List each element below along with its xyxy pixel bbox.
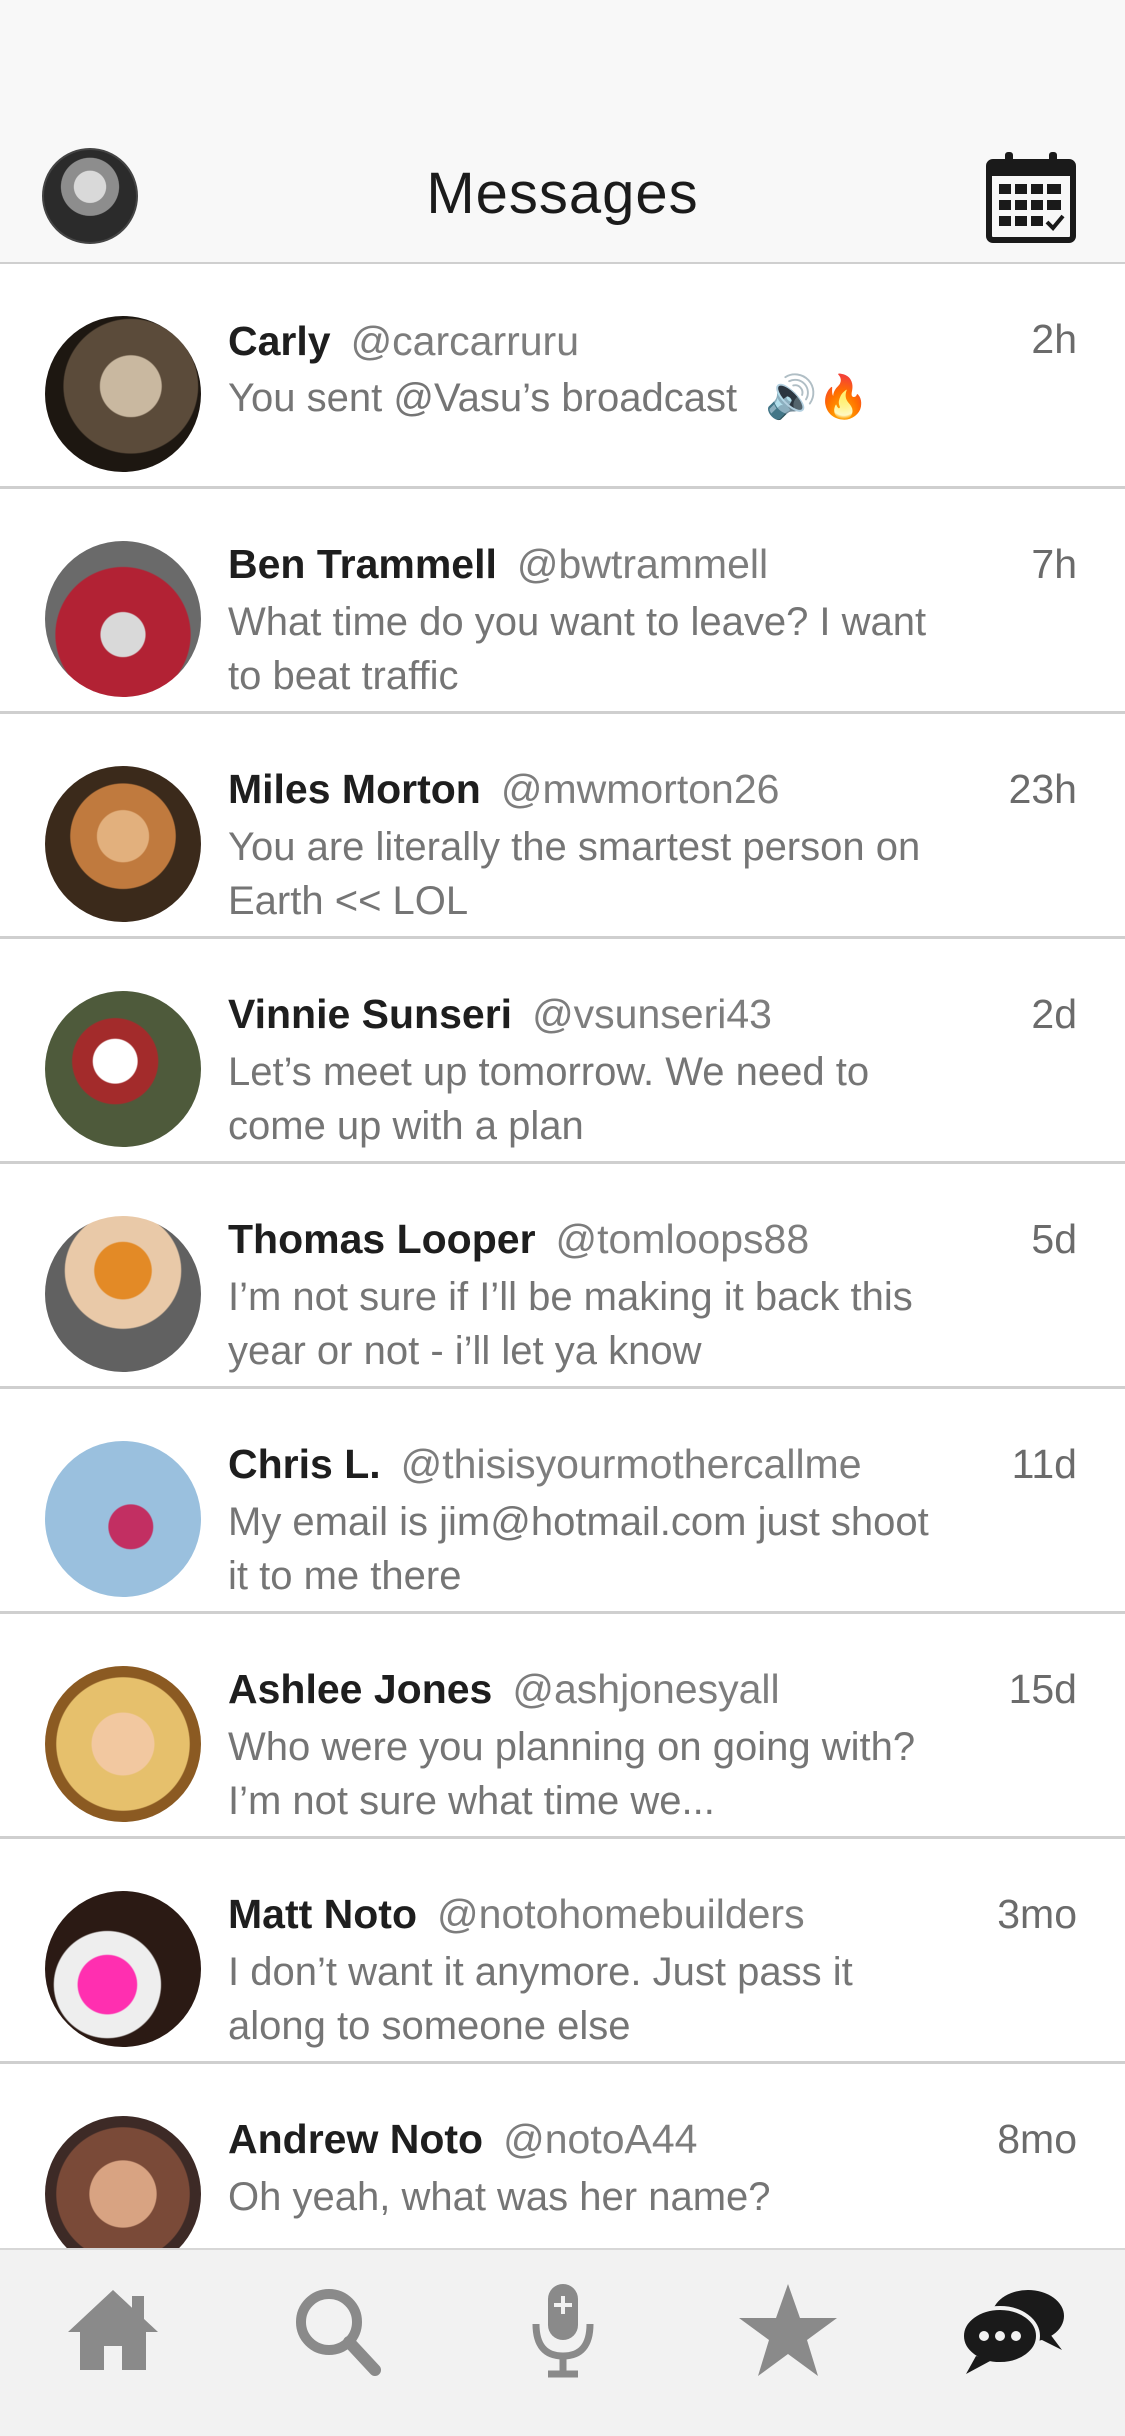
sender-name: Thomas Looper @tomloops88 xyxy=(228,1216,810,1262)
message-row[interactable]: Vinnie Sunseri @vsunseri43 2d Let’s meet … xyxy=(0,939,1125,1164)
timestamp: 23h xyxy=(1008,766,1077,812)
avatar xyxy=(45,1216,201,1372)
message-row[interactable]: Carly @carcarruru 2h You sent @Vasu’s bro… xyxy=(0,264,1125,489)
message-preview: Oh yeah, what was her name? xyxy=(228,2175,771,2219)
message-row[interactable]: Ashlee Jones @ashjonesyall 15d Who were y… xyxy=(0,1614,1125,1839)
message-row[interactable]: Ben Trammell @bwtrammell 7h What time do … xyxy=(0,489,1125,714)
message-preview: I don’t want it anymore. Just pass it al… xyxy=(228,1950,853,2048)
avatar xyxy=(45,316,201,472)
speaker-fire-emoji: 🔊🔥 xyxy=(765,373,870,420)
page-title: Messages xyxy=(426,161,699,226)
message-preview: My email is jim@hotmail.com just shoot i… xyxy=(228,1500,929,1598)
sender-name: Andrew Noto @notoA44 xyxy=(228,2116,698,2162)
avatar xyxy=(45,1666,201,1822)
sender-name: Miles Morton @mwmorton26 xyxy=(228,766,780,812)
star-icon[interactable] xyxy=(733,2280,843,2380)
timestamp: 11d xyxy=(1011,1441,1077,1487)
message-preview: I’m not sure if I’ll be making it back t… xyxy=(228,1275,913,1373)
message-preview: Who were you planning on going with? I’m… xyxy=(228,1725,916,1823)
sender-handle: @tomloops88 xyxy=(555,1216,810,1262)
timestamp: 15d xyxy=(1008,1666,1077,1712)
search-icon[interactable] xyxy=(283,2280,393,2380)
sender-handle: @thisisyourmothercallme xyxy=(400,1441,862,1487)
home-icon[interactable] xyxy=(58,2280,168,2380)
avatar xyxy=(45,766,201,922)
message-list: Carly @carcarruru 2h You sent @Vasu’s bro… xyxy=(0,264,1125,2289)
sender-name: Vinnie Sunseri @vsunseri43 xyxy=(228,991,772,1037)
message-row[interactable]: Matt Noto @notohomebuilders 3mo I don’t w… xyxy=(0,1839,1125,2064)
timestamp: 2d xyxy=(1031,991,1077,1037)
avatar xyxy=(45,1441,201,1597)
message-row[interactable]: Thomas Looper @tomloops88 5d I’m not sure… xyxy=(0,1164,1125,1389)
sender-name: Ashlee Jones @ashjonesyall xyxy=(228,1666,780,1712)
avatar xyxy=(45,991,201,1147)
sender-name: Chris L. @thisisyourmothercallme xyxy=(228,1441,862,1487)
sender-name: Matt Noto @notohomebuilders xyxy=(228,1891,805,1937)
chat-bubbles-icon[interactable] xyxy=(958,2280,1068,2380)
avatar xyxy=(45,541,201,697)
sender-name: Carly @carcarruru xyxy=(228,318,580,364)
sender-handle: @ashjonesyall xyxy=(512,1666,780,1712)
sender-handle: @notoA44 xyxy=(503,2116,698,2162)
header: Messages xyxy=(0,130,1125,264)
sender-handle: @notohomebuilders xyxy=(437,1891,805,1937)
message-preview: Let’s meet up tomorrow. We need to come … xyxy=(228,1050,870,1148)
timestamp: 2h xyxy=(1031,316,1077,362)
sender-handle: @vsunseri43 xyxy=(532,991,772,1037)
microphone-icon[interactable] xyxy=(508,2280,618,2380)
message-row[interactable]: Chris L. @thisisyourmothercallme 11d My e… xyxy=(0,1389,1125,1614)
status-bar xyxy=(0,0,1125,130)
avatar xyxy=(45,1891,201,2047)
timestamp: 7h xyxy=(1031,541,1077,587)
tab-bar xyxy=(0,2248,1125,2436)
message-preview: You are literally the smartest person on… xyxy=(228,825,921,923)
calendar-icon[interactable] xyxy=(985,148,1077,244)
message-preview: You sent @Vasu’s broadcast 🔊🔥 xyxy=(228,370,948,425)
timestamp: 3mo xyxy=(997,1891,1077,1937)
message-preview: What time do you want to leave? I want t… xyxy=(228,600,927,698)
sender-handle: @mwmorton26 xyxy=(500,766,780,812)
sender-handle: @carcarruru xyxy=(350,318,580,364)
timestamp: 8mo xyxy=(997,2116,1077,2162)
timestamp: 5d xyxy=(1031,1216,1077,1262)
sender-name: Ben Trammell @bwtrammell xyxy=(228,541,769,587)
message-row[interactable]: Miles Morton @mwmorton26 23h You are lite… xyxy=(0,714,1125,939)
sender-handle: @bwtrammell xyxy=(516,541,769,587)
